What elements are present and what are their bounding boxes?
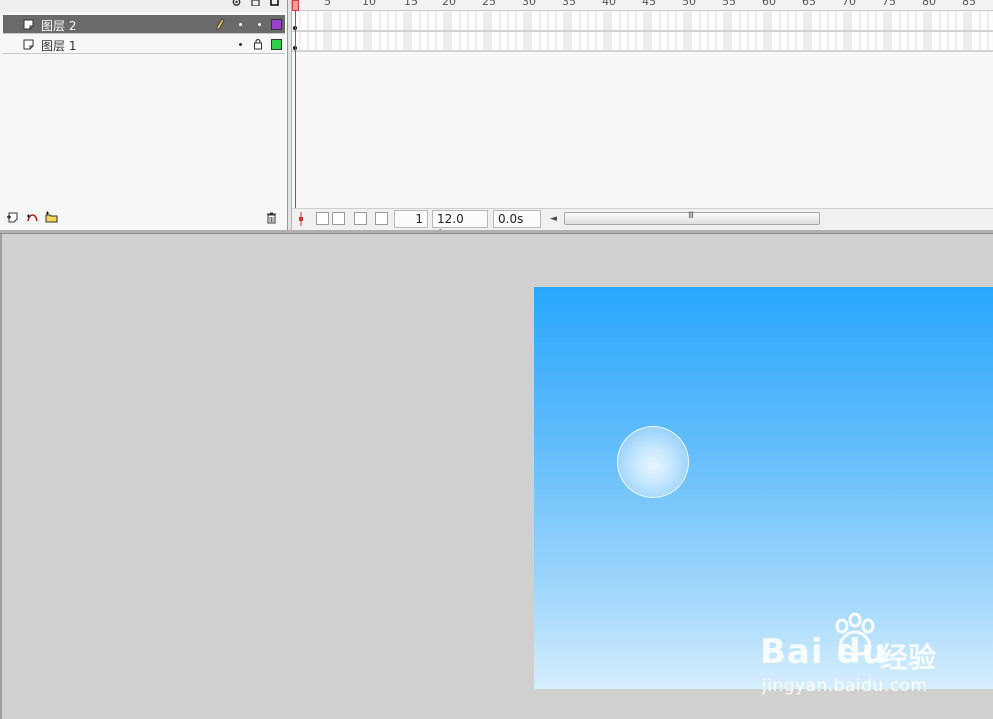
lock-dot-icon[interactable] <box>258 23 261 26</box>
layer-row-2[interactable]: 图层 2 <box>3 15 285 34</box>
layer-color-swatch[interactable] <box>271 39 282 50</box>
layer-name: 图层 2 <box>41 19 77 33</box>
ruler-tick: 65 <box>802 0 816 8</box>
pencil-icon <box>216 18 225 30</box>
visibility-dot-icon[interactable] <box>239 43 242 46</box>
ruler-tick: 25 <box>482 0 496 8</box>
elapsed-time-field: 0.0s <box>493 210 541 228</box>
ruler-tick: 70 <box>842 0 856 8</box>
outline-all-icon[interactable] <box>270 0 279 6</box>
timeline-panel: 图层 2 图层 1 5 10 15 20 25 30 35 40 45 50 5… <box>0 0 993 232</box>
ruler-tick: 85 <box>962 0 976 8</box>
center-frame-icon[interactable] <box>297 212 305 226</box>
ruler-tick: 20 <box>442 0 456 8</box>
ruler-tick: 60 <box>762 0 776 8</box>
layer-panel: 图层 2 图层 1 <box>0 0 288 232</box>
ruler-tick: 30 <box>522 0 536 8</box>
watermark-brand: Bai du <box>760 632 887 672</box>
ruler-tick: 50 <box>682 0 696 8</box>
insert-layer-folder-icon[interactable] <box>45 211 58 224</box>
current-frame-field: 1 <box>394 210 428 228</box>
layer-name: 图层 1 <box>41 39 77 53</box>
modify-onion-markers-icon[interactable] <box>375 212 388 225</box>
frame-rate-field[interactable]: 12.0 fps <box>432 210 488 232</box>
onion-skin-icon[interactable] <box>316 212 329 225</box>
add-motion-guide-icon[interactable] <box>26 211 39 224</box>
ruler-tick: 40 <box>602 0 616 8</box>
scroll-left-arrow-icon[interactable]: ◄ <box>550 214 557 224</box>
onion-skin-outlines-icon[interactable] <box>332 212 345 225</box>
ruler-tick: 5 <box>324 0 331 8</box>
watermark-jingyan: 经验 <box>880 641 937 674</box>
frame-row-layer-1[interactable] <box>292 32 993 51</box>
frame-ruler[interactable]: 5 10 15 20 25 30 35 40 45 50 55 60 65 70… <box>292 0 993 11</box>
lock-icon[interactable] <box>253 38 263 50</box>
ruler-tick: 75 <box>882 0 896 8</box>
layer-icon <box>23 19 34 30</box>
layer-header <box>0 0 287 12</box>
ruler-tick: 15 <box>404 0 418 8</box>
delete-layer-icon[interactable] <box>265 211 278 224</box>
layer-row-1[interactable]: 图层 1 <box>3 35 285 54</box>
ruler-tick: 45 <box>642 0 656 8</box>
layer-color-swatch[interactable] <box>271 19 282 30</box>
ruler-tick: 10 <box>362 0 376 8</box>
edit-multiple-frames-icon[interactable] <box>354 212 367 225</box>
playhead-line <box>295 10 296 208</box>
show-hide-all-icon[interactable] <box>232 0 241 6</box>
frame-rows[interactable] <box>292 12 993 52</box>
watermark-url: jingyan.baidu.com <box>762 676 928 696</box>
lock-all-icon[interactable] <box>251 0 260 6</box>
timeline-status-bar: 1 12.0 fps 0.0s ◄ III <box>292 208 993 232</box>
visibility-dot-icon[interactable] <box>239 23 242 26</box>
scroll-grip[interactable]: III <box>688 211 694 221</box>
ruler-tick: 80 <box>922 0 936 8</box>
horizontal-scrollbar[interactable]: III <box>564 211 820 225</box>
frames-area[interactable]: 5 10 15 20 25 30 35 40 45 50 55 60 65 70… <box>292 0 993 232</box>
baidu-jingyan-watermark: Bai du 经验 jingyan.baidu.com <box>760 612 960 702</box>
ruler-tick: 55 <box>722 0 736 8</box>
layer-footer <box>0 208 287 230</box>
frame-row-layer-2[interactable] <box>292 12 993 31</box>
layer-icon <box>23 39 34 50</box>
ruler-tick: 35 <box>562 0 576 8</box>
bubble-shape[interactable] <box>617 426 689 498</box>
insert-layer-icon[interactable] <box>6 211 19 224</box>
